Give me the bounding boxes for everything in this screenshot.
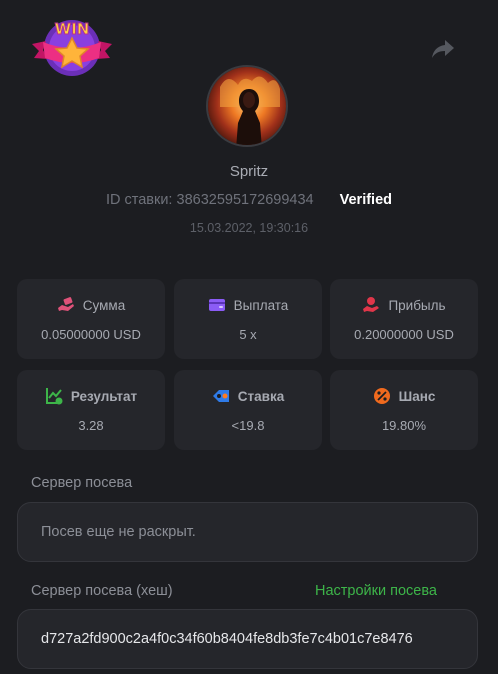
server-seed-value: Посев еще не раскрыт. (41, 524, 196, 540)
hand-money-icon (57, 297, 74, 311)
share-icon (432, 40, 454, 58)
win-logo: WIN (30, 14, 114, 80)
username: Spritz (229, 163, 269, 180)
server-seed-hash-field[interactable]: d727a2fd900c2a4f0c34f60b8404fe8db3fe7c4b… (17, 609, 478, 669)
avatar (206, 65, 288, 147)
bet-date: 15.03.2022, 19:30:16 (189, 221, 309, 235)
server-seed-field[interactable]: Посев еще не раскрыт. (17, 502, 478, 562)
stat-label: Прибыль (388, 297, 446, 313)
server-seed-hash-value: d727a2fd900c2a4f0c34f60b8404fe8db3fe7c4b… (41, 631, 413, 647)
tag-icon (212, 390, 229, 402)
hand-coins-icon (363, 297, 380, 312)
verified-badge: Verified (339, 192, 393, 208)
stat-label: Ставка (237, 388, 285, 404)
bet-id-label: ID ставки: (105, 192, 173, 208)
stat-card-amount: Сумма 0.05000000 USD (17, 279, 165, 359)
bet-id-value: 38632595172699434 (176, 192, 314, 208)
bet-id-row: ID ставки: 38632595172699434 Verified (0, 192, 498, 208)
server-seed-label: Сервер посева (31, 475, 133, 491)
chart-check-icon (45, 388, 63, 405)
seed-settings-link[interactable]: Настройки посева (315, 583, 437, 599)
stat-value: 19.80% (381, 418, 427, 433)
stat-value: <19.8 (231, 418, 265, 433)
stat-value: 3.28 (78, 418, 104, 433)
stat-label: Шанс (398, 388, 436, 404)
stat-card-result: Результат 3.28 (17, 370, 165, 450)
stat-card-payout: Выплата 5 x (174, 279, 322, 359)
stat-card-bet: Ставка <19.8 (174, 370, 322, 450)
server-seed-hash-label: Сервер посева (хеш) (31, 583, 173, 599)
stat-value: 0.20000000 USD (354, 327, 454, 342)
share-button[interactable] (430, 38, 456, 60)
stat-label: Сумма (82, 297, 126, 313)
bet-details-panel: WIN Spritz ID ставки: 38632595172699434 … (0, 0, 498, 674)
svg-text:WIN: WIN (55, 20, 90, 38)
stat-value: 5 x (239, 327, 257, 342)
stat-label: Результат (70, 388, 138, 404)
stat-card-profit: Прибыль 0.20000000 USD (330, 279, 478, 359)
percent-icon (373, 388, 390, 404)
wallet-icon (208, 299, 225, 311)
stat-card-chance: Шанс 19.80% (330, 370, 478, 450)
stat-value: 0.05000000 USD (41, 327, 141, 342)
stat-label: Выплата (233, 297, 289, 313)
